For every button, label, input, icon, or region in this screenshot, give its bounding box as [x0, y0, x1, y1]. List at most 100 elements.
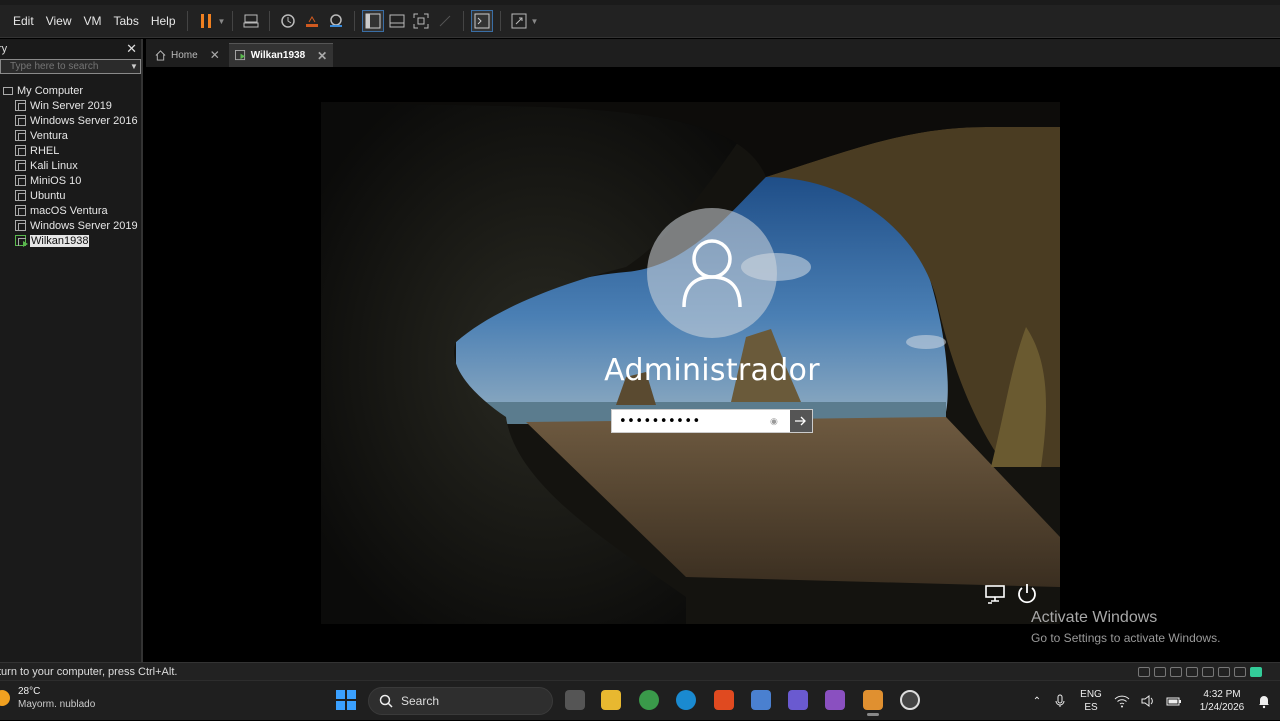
- system-tray: ⌃ ENG ES 4:32 PM 1/24/2026: [1027, 681, 1280, 721]
- tree-item-vm[interactable]: macOS Ventura: [0, 203, 141, 218]
- menu-view[interactable]: View: [41, 14, 77, 28]
- library-header: ry ✕: [0, 39, 141, 58]
- snapshot-manager-button[interactable]: [325, 10, 347, 32]
- show-library-button[interactable]: [361, 10, 384, 32]
- display-icon[interactable]: [1218, 666, 1230, 677]
- library-search[interactable]: ▼: [0, 59, 141, 74]
- tree-item-vm[interactable]: Kali Linux: [0, 158, 141, 173]
- snapshot-manager-icon: [329, 14, 342, 27]
- notification-bell-icon[interactable]: [1256, 693, 1272, 709]
- edge-icon[interactable]: [676, 690, 696, 710]
- show-hidden-icons[interactable]: ⌃: [1027, 695, 1047, 708]
- hard-disk-icon[interactable]: [1138, 666, 1150, 677]
- tree-item-vm[interactable]: Windows Server 2016: [0, 113, 141, 128]
- clock[interactable]: 4:32 PM 1/24/2026: [1193, 688, 1251, 714]
- thumbnail-bar-button[interactable]: [386, 10, 408, 32]
- close-tab-icon[interactable]: ✕: [210, 48, 220, 62]
- vm-label: MiniOS 10: [30, 174, 82, 187]
- submit-button[interactable]: [790, 410, 812, 432]
- wifi-icon[interactable]: [1114, 693, 1130, 709]
- unity-button[interactable]: [434, 10, 456, 32]
- microphone-icon[interactable]: [1052, 693, 1068, 709]
- teams-icon[interactable]: [788, 690, 808, 710]
- vmware-icon[interactable]: [863, 690, 883, 716]
- usb-icon[interactable]: [1186, 666, 1198, 677]
- store-icon[interactable]: [751, 690, 771, 710]
- library-search-input[interactable]: [1, 61, 128, 72]
- start-button[interactable]: [336, 690, 356, 710]
- tree-item-vm[interactable]: MiniOS 10: [0, 173, 141, 188]
- password-input[interactable]: ••••••••••: [612, 414, 770, 429]
- message-icon[interactable]: [1234, 666, 1246, 677]
- file-explorer-icon[interactable]: [601, 690, 621, 710]
- tree-item-vm[interactable]: Windows Server 2019: [0, 218, 141, 233]
- tree-item-vm[interactable]: Ubuntu: [0, 188, 141, 203]
- taskbar-search-label: Search: [401, 694, 440, 708]
- obs-icon[interactable]: [900, 690, 920, 710]
- weather-temperature: 28°C: [18, 686, 41, 697]
- copilot-icon[interactable]: [825, 690, 845, 710]
- full-screen-button[interactable]: [410, 10, 432, 32]
- language-secondary: ES: [1084, 702, 1098, 713]
- taskbar-search[interactable]: Search: [368, 687, 553, 715]
- menu-tabs[interactable]: Tabs: [108, 14, 143, 28]
- chrome-icon[interactable]: [639, 690, 659, 710]
- lock-screen-wallpaper: [146, 67, 1060, 624]
- vm-label: Windows Server 2019: [30, 219, 138, 232]
- vm-icon: [15, 130, 26, 141]
- tree-item-vm[interactable]: Win Server 2019: [0, 98, 141, 113]
- console-icon: [474, 13, 490, 29]
- thumbnail-bar-icon: [389, 14, 405, 28]
- vm-console[interactable]: Administrador •••••••••• ◉ Activate Wind…: [146, 67, 1280, 662]
- notification-icon[interactable]: [1250, 666, 1262, 677]
- password-field[interactable]: •••••••••• ◉: [611, 409, 813, 433]
- windows-taskbar: 28°C Mayorm. nublado Search ⌃ ENG ES 4:3…: [0, 680, 1280, 720]
- close-tab-icon[interactable]: ✕: [317, 49, 327, 63]
- close-library-icon[interactable]: ✕: [126, 41, 137, 57]
- pause-button[interactable]: [195, 10, 217, 32]
- tab-vm[interactable]: Wilkan1938 ✕: [228, 43, 334, 67]
- vm-label: Kali Linux: [30, 159, 78, 172]
- network-adapter-icon[interactable]: [1170, 666, 1182, 677]
- reveal-password-icon[interactable]: ◉: [770, 416, 784, 427]
- vm-icon: [15, 100, 26, 111]
- battery-icon[interactable]: [1166, 693, 1182, 709]
- pause-icon: [200, 14, 211, 28]
- brave-icon[interactable]: [714, 690, 734, 710]
- vm-icon: [15, 220, 26, 231]
- tree-item-vm[interactable]: RHEL: [0, 143, 141, 158]
- task-view-icon[interactable]: [565, 690, 585, 710]
- network-icon[interactable]: [983, 583, 1007, 605]
- vm-icon: [15, 190, 26, 201]
- menu-vm[interactable]: VM: [78, 14, 106, 28]
- cd-icon[interactable]: [1154, 666, 1166, 677]
- menu-edit[interactable]: Edit: [8, 14, 39, 28]
- tree-item-vm[interactable]: Ventura: [0, 128, 141, 143]
- stretch-guest-button[interactable]: [508, 10, 530, 32]
- tree-root-my-computer[interactable]: My Computer: [0, 83, 141, 98]
- pause-dropdown-icon[interactable]: ▼: [218, 17, 226, 26]
- tab-home[interactable]: Home ✕: [149, 43, 226, 67]
- search-dropdown-icon[interactable]: ▼: [128, 62, 140, 71]
- stretch-dropdown-icon[interactable]: ▼: [531, 17, 539, 26]
- toolbar-separator: [268, 11, 270, 31]
- snapshot-button[interactable]: [277, 10, 299, 32]
- console-view-button[interactable]: [470, 10, 493, 32]
- volume-icon[interactable]: [1140, 693, 1156, 709]
- clock-time: 4:32 PM: [1203, 689, 1241, 700]
- menu-help[interactable]: Help: [146, 14, 181, 28]
- language-indicator[interactable]: ENG ES: [1073, 688, 1109, 714]
- vm-running-icon: [15, 235, 28, 247]
- send-ctrl-alt-del-button[interactable]: [240, 10, 262, 32]
- weather-widget[interactable]: 28°C Mayorm. nublado: [0, 686, 95, 710]
- vm-tree: My Computer Win Server 2019 Windows Serv…: [0, 83, 141, 248]
- revert-snapshot-button[interactable]: [301, 10, 323, 32]
- tree-item-vm-selected[interactable]: Wilkan1938: [0, 233, 141, 248]
- library-panel: ry ✕ ▼ My Computer Win Server 2019 Windo…: [0, 39, 143, 662]
- power-icon[interactable]: [1015, 582, 1039, 604]
- guest-screen[interactable]: Administrador •••••••••• ◉: [146, 67, 1060, 624]
- search-icon: [379, 694, 393, 708]
- vm-label: Win Server 2019: [30, 99, 112, 112]
- sound-icon[interactable]: [1202, 666, 1214, 677]
- vm-icon: [15, 175, 26, 186]
